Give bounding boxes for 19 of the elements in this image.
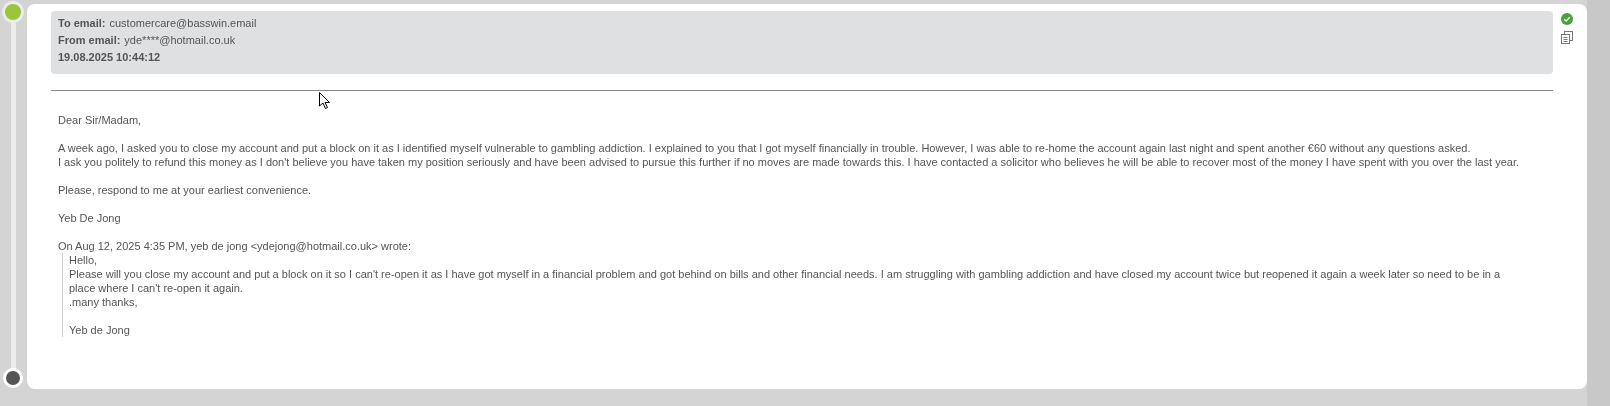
quoted-text: .many thanks, bbox=[69, 295, 139, 309]
message-date: 19.08.2025 10:44:12 bbox=[58, 50, 162, 64]
quoted-text: Please will you close my account and put a block on it so I can't re-open it as I have got myself in a financial problem and got behind on bills and other financial needs. I am struggling with gambling addiction and have closed my account twice but reopened it again a week later so need to be in a bbox=[69, 267, 1502, 281]
field-value: yde****@hotmail.co.uk bbox=[124, 33, 236, 47]
message-text: I ask you politely to refund this money as I don't believe you have taken my position seriously and have been advised to pursue this further if no moves are made towards this. I have contacted a solicitor who believes he will be able to recover most of the money I have spent with you over the last year. bbox=[58, 155, 1520, 169]
scrollbar-track[interactable] bbox=[1587, 0, 1610, 406]
message-text: Dear Sir/Madam, bbox=[58, 113, 143, 127]
quote-intro: On Aug 12, 2025 4:35 PM, yeb de jong <ydejong@hotmail.co.uk> wrote: bbox=[58, 239, 412, 253]
quoted-text: Hello, bbox=[69, 253, 99, 267]
field-label: From email: bbox=[58, 33, 121, 47]
field-value: customercare@basswin.email bbox=[109, 16, 257, 30]
quoted-text: place where I can't re-open it again. bbox=[69, 281, 244, 295]
cursor-icon bbox=[319, 92, 331, 110]
message-text: Yeb De Jong bbox=[58, 211, 122, 225]
field-label: To email: bbox=[58, 16, 106, 30]
quoted-text: Yeb de Jong bbox=[69, 323, 131, 337]
copy-icon[interactable] bbox=[1561, 31, 1573, 44]
message-text: A week ago, I asked you to close my account and put a block on it as I identified myself vulnerable to gambling addiction. I explained to you that I got myself financially in trouble. However, I was able to re-home the account again last night and spent another €60 without any questions asked. bbox=[58, 141, 1472, 155]
message-text: Please, respond to me at your earliest convenience. bbox=[58, 183, 313, 197]
